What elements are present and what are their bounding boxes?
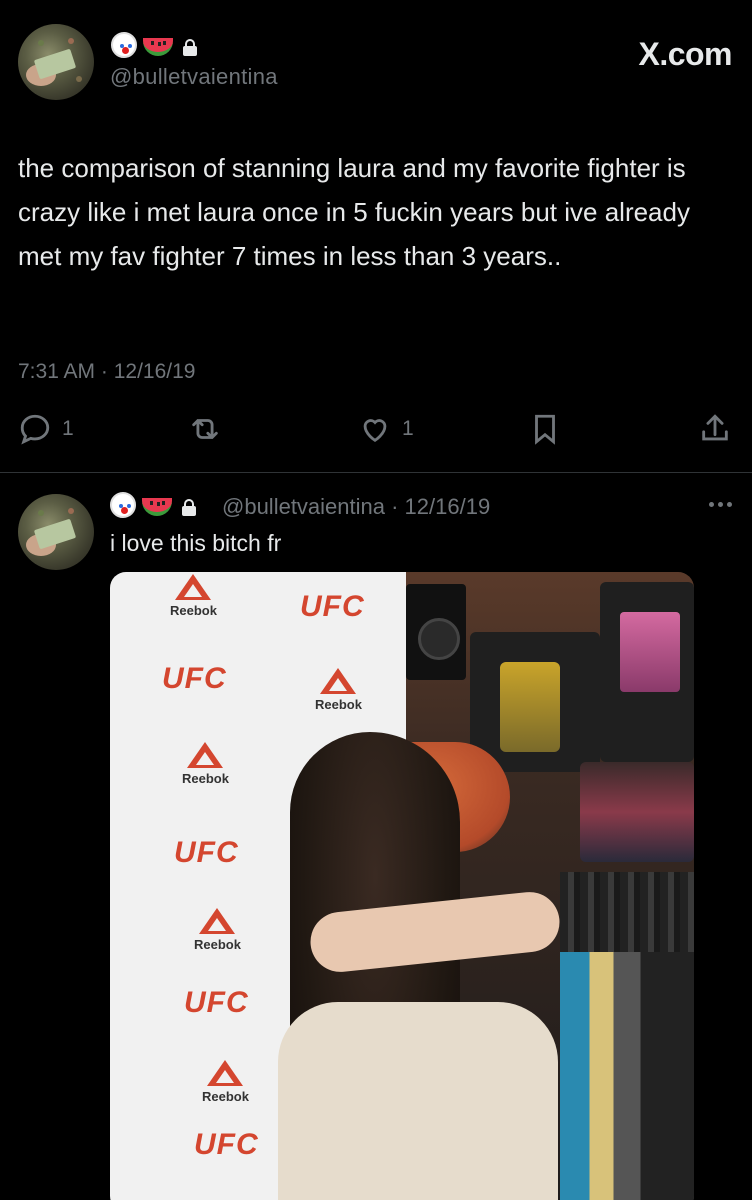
tweet-text: the comparison of stanning laura and my … — [18, 153, 690, 271]
tweet-photo[interactable]: Reebok UFC UFC Reebok Reebok UFC UFC Ree… — [110, 572, 694, 1200]
ufc-logo: UFC — [184, 986, 249, 1019]
reply-handle-date[interactable]: @bulletvaientina · 12/16/19 — [222, 494, 490, 520]
lock-icon — [183, 39, 197, 56]
watermelon-emoji-icon — [143, 38, 173, 56]
reebok-logo: Reebok — [315, 668, 362, 712]
reebok-logo: Reebok — [182, 742, 229, 786]
watermelon-emoji-icon — [142, 498, 172, 516]
site-watermark: X.com — [638, 36, 732, 72]
reply-icon — [20, 414, 50, 445]
bookmark-icon — [535, 414, 555, 445]
ufc-logo: UFC — [194, 1128, 259, 1161]
more-icon[interactable] — [709, 502, 732, 507]
bookmark-button[interactable] — [528, 412, 562, 446]
tshirt — [600, 582, 694, 762]
user-handle[interactable]: @bulletvaientina — [110, 64, 278, 90]
tweet-header: @bulletvaientina X.com — [18, 24, 734, 104]
folded-shirts — [580, 762, 694, 862]
tweet-actions: 1 1 — [18, 412, 734, 452]
reebok-logo: Reebok — [170, 574, 217, 618]
speaker — [406, 584, 466, 680]
like-icon — [363, 419, 387, 443]
lock-icon — [182, 499, 196, 516]
reply-display-name-emojis — [110, 492, 196, 518]
tweet-divider — [0, 472, 752, 473]
tshirt — [470, 632, 600, 772]
reebok-logo: Reebok — [194, 908, 241, 952]
like-count: 1 — [402, 417, 414, 440]
clown-emoji-icon — [111, 32, 137, 58]
clown-emoji-icon — [110, 492, 136, 518]
ufc-logo: UFC — [300, 590, 365, 623]
reebok-logo: Reebok — [202, 1060, 249, 1104]
retweet-button[interactable] — [188, 412, 222, 446]
like-button[interactable]: 1 — [358, 412, 414, 446]
ufc-logo: UFC — [162, 662, 227, 695]
share-icon — [702, 414, 728, 441]
share-button[interactable] — [698, 412, 732, 446]
reply-text: i love this bitch fr — [110, 530, 282, 556]
hanging-clothes — [560, 952, 694, 1200]
avatar[interactable] — [18, 24, 94, 100]
reply-avatar[interactable] — [18, 494, 94, 570]
reply-button[interactable]: 1 — [18, 412, 74, 446]
person-sweater — [278, 1002, 558, 1200]
display-name-emojis — [111, 32, 197, 58]
reply-count: 1 — [62, 417, 74, 440]
ufc-logo: UFC — [174, 836, 239, 869]
tweet-timestamp[interactable]: 7:31 AM · 12/16/19 — [18, 360, 195, 384]
retweet-icon — [192, 419, 218, 439]
